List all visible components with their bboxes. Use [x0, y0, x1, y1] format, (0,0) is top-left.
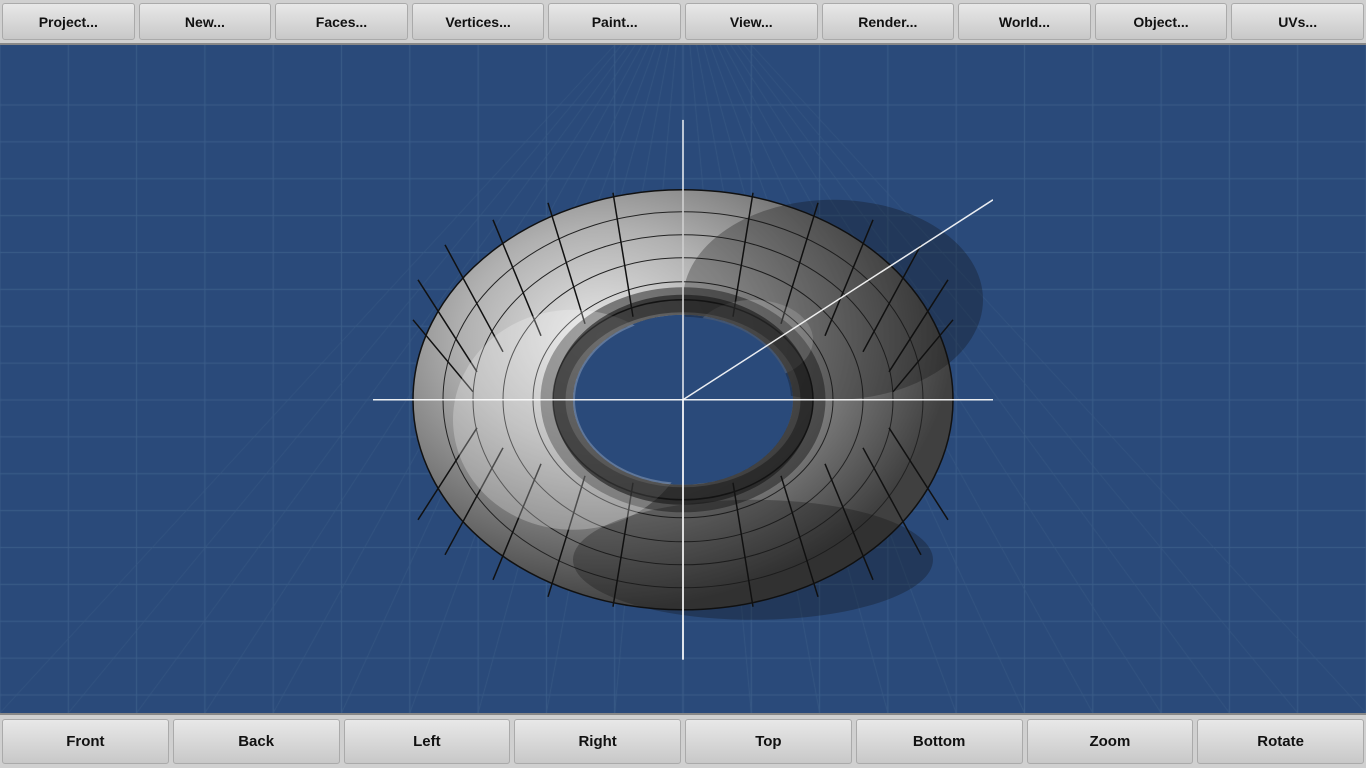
front-button[interactable]: Front	[2, 719, 169, 764]
top-button[interactable]: Top	[685, 719, 852, 764]
vertices-button[interactable]: Vertices...	[412, 3, 545, 40]
torus-container	[373, 120, 993, 660]
back-button[interactable]: Back	[173, 719, 340, 764]
uvs-button[interactable]: UVs...	[1231, 3, 1364, 40]
left-button[interactable]: Left	[344, 719, 511, 764]
bottom-button[interactable]: Bottom	[856, 719, 1023, 764]
paint-button[interactable]: Paint...	[548, 3, 681, 40]
render-button[interactable]: Render...	[822, 3, 955, 40]
bottom-toolbar: FrontBackLeftRightTopBottomZoomRotate	[0, 713, 1366, 768]
viewport	[0, 45, 1366, 713]
world-button[interactable]: World...	[958, 3, 1091, 40]
zoom-button[interactable]: Zoom	[1027, 719, 1194, 764]
top-toolbar: Project...New...Faces...Vertices...Paint…	[0, 0, 1366, 45]
right-button[interactable]: Right	[514, 719, 681, 764]
new-button[interactable]: New...	[139, 3, 272, 40]
rotate-button[interactable]: Rotate	[1197, 719, 1364, 764]
faces-button[interactable]: Faces...	[275, 3, 408, 40]
view-button[interactable]: View...	[685, 3, 818, 40]
object-button[interactable]: Object...	[1095, 3, 1228, 40]
project-button[interactable]: Project...	[2, 3, 135, 40]
